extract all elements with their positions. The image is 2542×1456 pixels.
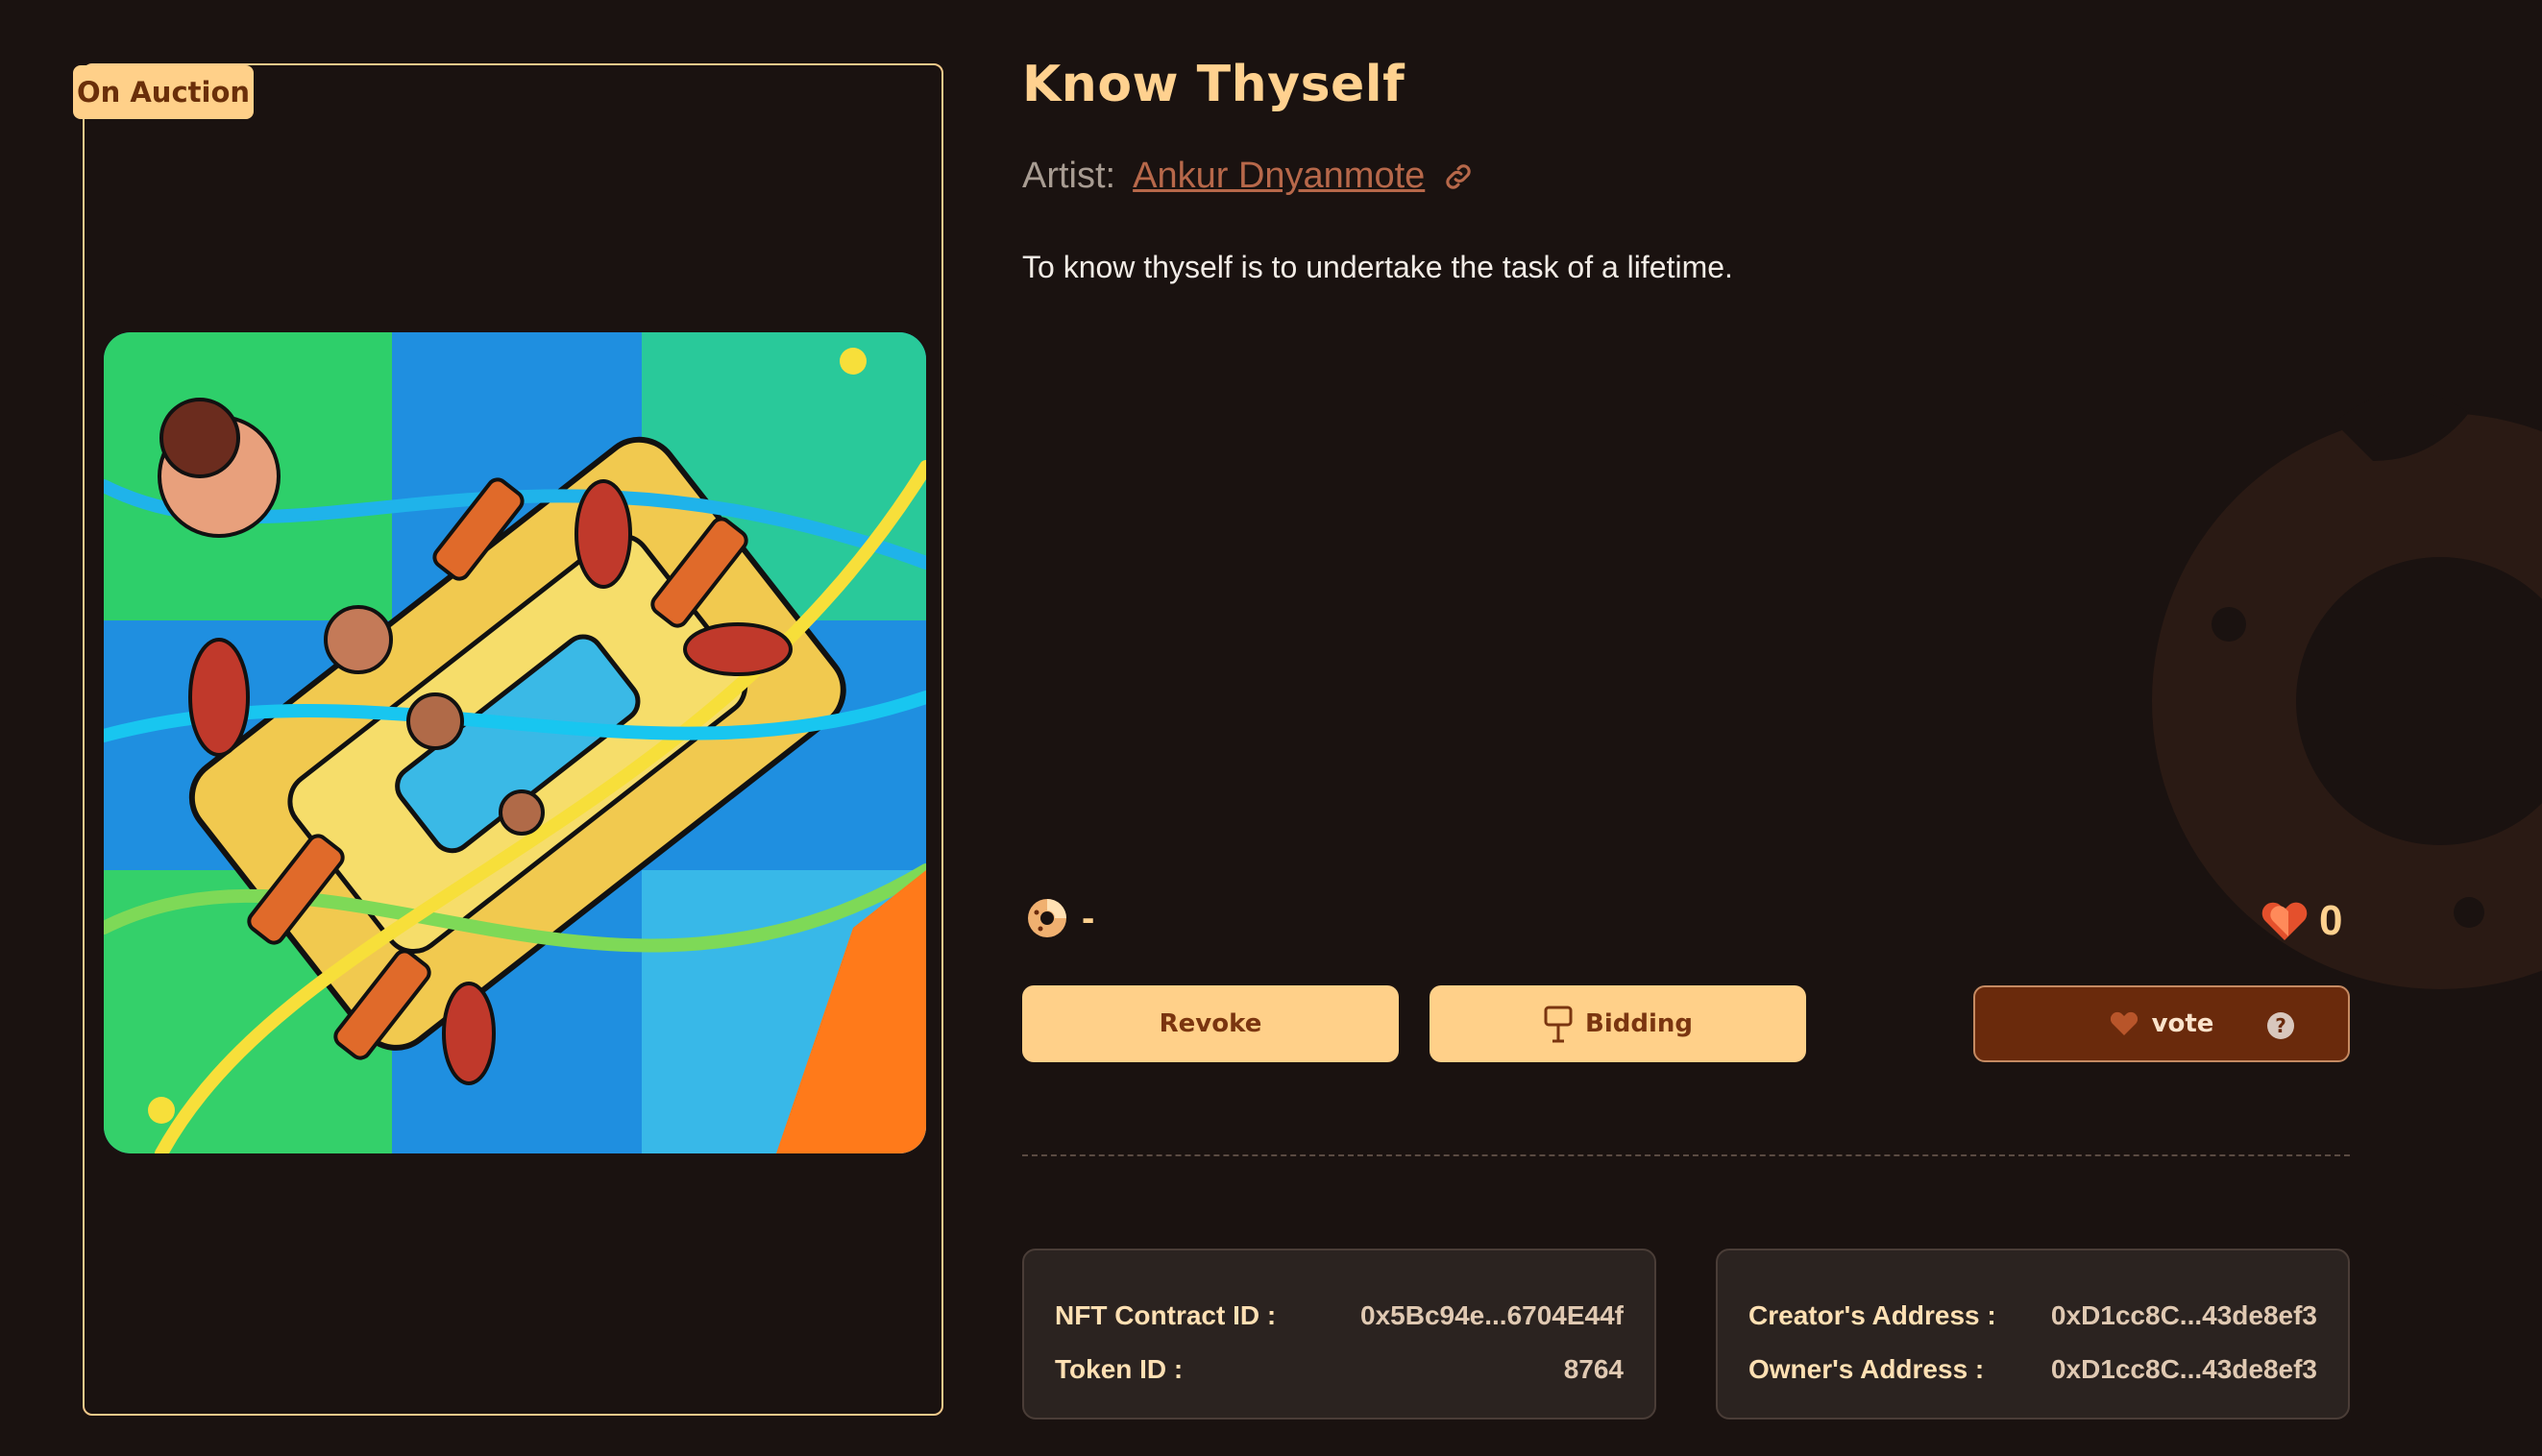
- auction-sign-icon: [1544, 1006, 1573, 1043]
- heart-icon: [2261, 902, 2308, 940]
- section-divider: [1022, 1154, 2350, 1156]
- likes-counter: 0: [2260, 897, 2342, 945]
- token-id-row: Token ID : 8764: [1055, 1343, 1624, 1396]
- vote-heart-icon: [2110, 1011, 2138, 1035]
- link-icon[interactable]: [1442, 160, 1475, 193]
- price-row: -: [1026, 897, 1094, 939]
- nft-contract-row: NFT Contract ID : 0x5Bc94e...6704E44f: [1055, 1289, 1624, 1343]
- artist-label: Artist:: [1022, 156, 1116, 196]
- contract-info-card: NFT Contract ID : 0x5Bc94e...6704E44f To…: [1022, 1249, 1656, 1420]
- owner-address-value[interactable]: 0xD1cc8C...43de8ef3: [2051, 1354, 2317, 1385]
- page-title: Know Thyself: [1022, 56, 1405, 113]
- revoke-button-label: Revoke: [1159, 1009, 1262, 1038]
- token-id-value: 8764: [1563, 1354, 1624, 1384]
- donut-coin-icon: [1028, 899, 1066, 937]
- help-icon[interactable]: ?: [2267, 1012, 2294, 1039]
- artist-row: Artist: Ankur Dnyanmote: [1022, 156, 1475, 197]
- vote-button[interactable]: vote ?: [1973, 985, 2350, 1062]
- artwork-illustration: [104, 332, 926, 1153]
- status-badge: On Auction: [73, 65, 254, 119]
- artwork-description: To know thyself is to undertake the task…: [1022, 250, 1733, 284]
- bidding-button-label: Bidding: [1585, 1009, 1693, 1038]
- token-id-label: Token ID :: [1055, 1354, 1184, 1384]
- likes-count: 0: [2319, 897, 2343, 944]
- owner-address-row: Owner's Address : 0xD1cc8C...43de8ef3: [1748, 1343, 2317, 1396]
- address-info-card: Creator's Address : 0xD1cc8C...43de8ef3 …: [1716, 1249, 2350, 1420]
- creator-address-row: Creator's Address : 0xD1cc8C...43de8ef3: [1748, 1289, 2317, 1343]
- nft-artwork-image[interactable]: [104, 332, 926, 1153]
- artist-name-link[interactable]: Ankur Dnyanmote: [1133, 156, 1425, 197]
- creator-address-label: Creator's Address :: [1748, 1300, 1996, 1330]
- price-value: -: [1082, 897, 1095, 939]
- creator-address-value[interactable]: 0xD1cc8C...43de8ef3: [2051, 1300, 2317, 1331]
- bidding-button[interactable]: Bidding: [1430, 985, 1806, 1062]
- owner-address-label: Owner's Address :: [1748, 1354, 1985, 1384]
- nft-contract-label: NFT Contract ID :: [1055, 1300, 1277, 1330]
- nft-contract-value[interactable]: 0x5Bc94e...6704E44f: [1360, 1300, 1624, 1331]
- revoke-button[interactable]: Revoke: [1022, 985, 1399, 1062]
- vote-button-label: vote: [2151, 1009, 2214, 1038]
